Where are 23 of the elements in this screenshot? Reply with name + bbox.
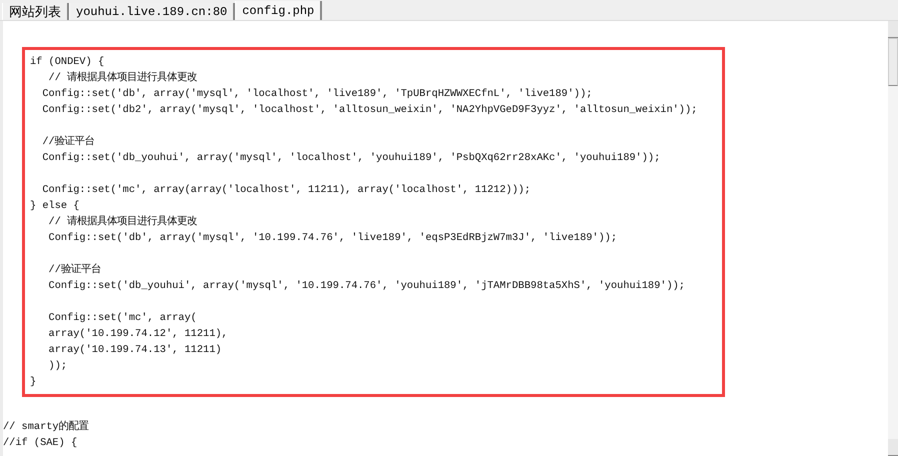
code-line: //if (SAE) { — [3, 436, 78, 451]
code-line: Config::set('db_youhui', array('mysql', 'localhost', 'youhui189', 'PsbQXq62rr28xAKc', 'youhui189')); — [41, 151, 662, 166]
code-line: Config::set('db_youhui', array('mysql', '10.199.74.76', 'youhui189', 'jTAMrDBB98ta5XhS', 'youhui189')); — [48, 279, 686, 294]
tab[interactable]: youhui.live.189.cn:80 — [69, 3, 236, 20]
vertical-scrollbar[interactable] — [888, 21, 898, 456]
code-line: if (ONDEV) { — [30, 55, 106, 70]
code-line: Config::set('db', array('mysql', 'localhost', 'live189', 'TpUBrqHZWWXECfnL', 'live189')); — [41, 87, 594, 102]
code-line: Config::set('mc', array(array('localhost', 11211), array('localhost', 11212))); — [41, 183, 532, 198]
code-line: Config::set('mc', array( — [48, 311, 198, 326]
code-line: // 请根据具体项目进行具体更改 — [48, 214, 198, 230]
code-line: //验证平台 — [48, 262, 102, 278]
code-line: array('10.199.74.13', 11211) — [48, 343, 223, 358]
code-line: //验证平台 — [41, 134, 96, 150]
code-line: Config::set('db2', array('mysql', 'localhost', 'alltosun_weixin', 'NA2YhpVGeD9F3yyz', 'alltosun_weixin')); — [41, 103, 698, 118]
code-line: )); — [48, 359, 68, 374]
code-line: array('10.199.74.12', 11211), — [48, 327, 229, 342]
tab[interactable]: config.php — [235, 1, 322, 20]
code-line: // 请根据具体项目进行具体更改 — [48, 70, 198, 86]
code-line: // smarty的配置 — [3, 420, 90, 435]
code-line: } else { — [30, 199, 80, 214]
code-line: } — [30, 375, 38, 390]
code-line: Config::set('db', array('mysql', '10.199.74.76', 'live189', 'eqsP3EdRBjzW7m3J', 'live189')); — [48, 231, 618, 246]
tab[interactable]: 网站列表 — [2, 3, 69, 20]
